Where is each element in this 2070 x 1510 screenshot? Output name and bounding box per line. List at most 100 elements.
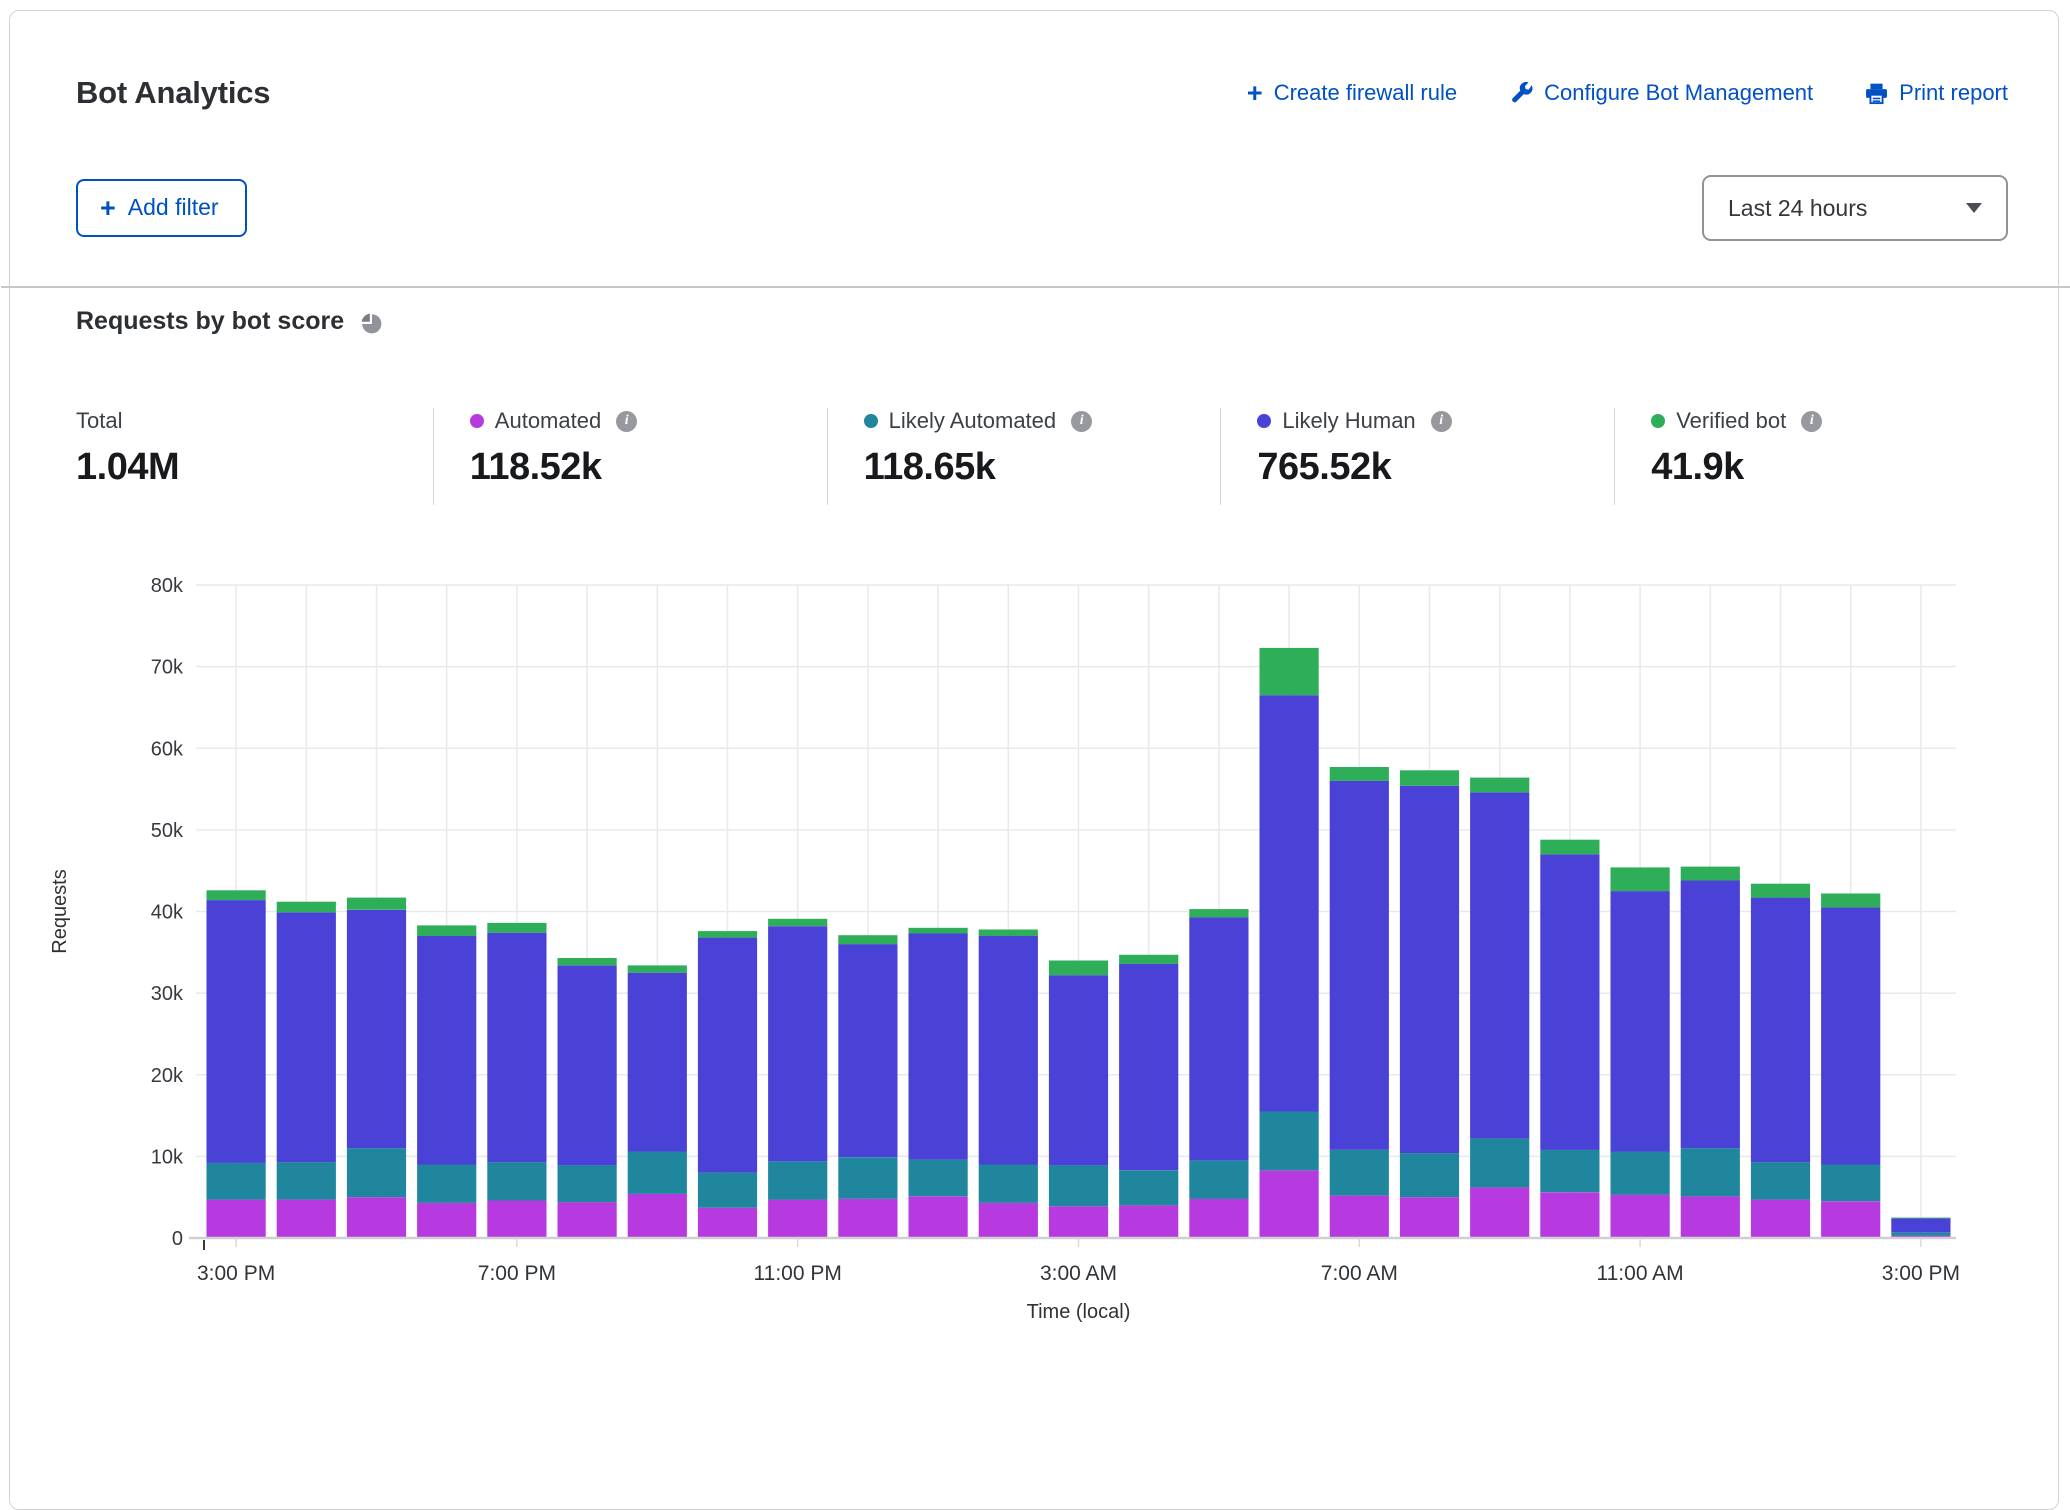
x-axis-title: Time (local): [1027, 1301, 1131, 1323]
bar-segment: [487, 933, 546, 1162]
bar-segment: [1260, 648, 1319, 695]
verified-bot-legend-dot: [1651, 414, 1665, 428]
bar-segment: [979, 1203, 1038, 1238]
y-tick-label: 50k: [151, 820, 184, 842]
stat-value: 118.65k: [864, 446, 1221, 489]
bar-segment: [628, 973, 687, 1152]
y-axis-title: Requests: [49, 869, 71, 954]
bar-segment: [1821, 894, 1880, 908]
bar-segment: [1049, 975, 1108, 1165]
bar-segment: [1540, 840, 1599, 855]
info-icon[interactable]: i: [1801, 411, 1822, 432]
chart-svg: 010k20k30k40k50k60k70k80k3:00 PM7:00 PM1…: [36, 571, 2026, 1329]
plus-icon: +: [1247, 83, 1263, 103]
bar-segment: [1470, 1187, 1529, 1238]
bar-segment: [628, 1152, 687, 1194]
stat-value: 41.9k: [1651, 446, 2008, 489]
bar-segment: [1611, 867, 1670, 891]
bar-segment: [1751, 884, 1810, 898]
bar-segment: [628, 1194, 687, 1238]
add-filter-label: Add filter: [128, 194, 219, 221]
y-tick-label: 30k: [151, 983, 184, 1005]
bar-segment: [838, 944, 897, 1157]
bar-segment: [979, 1165, 1038, 1203]
info-icon[interactable]: i: [1071, 411, 1092, 432]
bar-segment: [277, 1200, 336, 1238]
x-tick-label: 7:00 AM: [1321, 1262, 1398, 1285]
bar-segment: [1119, 964, 1178, 1170]
bar-segment: [1189, 917, 1248, 1160]
bar-segment: [979, 930, 1038, 937]
y-tick-label: 80k: [151, 575, 184, 597]
bar-segment: [628, 965, 687, 972]
time-range-select[interactable]: Last 24 hours: [1702, 175, 2008, 241]
bar-segment: [1189, 1199, 1248, 1238]
stat-label: Automated: [495, 408, 601, 434]
bar-segment: [1470, 778, 1529, 793]
time-range-value: Last 24 hours: [1728, 195, 1867, 222]
section-title: Requests by bot score: [76, 307, 344, 336]
bar-segment: [1681, 1148, 1740, 1196]
printer-icon: [1865, 82, 1888, 105]
bar-segment: [1119, 1170, 1178, 1205]
bar-segment: [768, 926, 827, 1161]
bar-segment: [1400, 1153, 1459, 1197]
bar-segment: [1400, 786, 1459, 1153]
bar-segment: [1330, 781, 1389, 1150]
bar-segment: [1681, 867, 1740, 881]
stat-label: Verified bot: [1676, 408, 1786, 434]
x-tick-label: 3:00 PM: [1882, 1262, 1960, 1285]
bot-analytics-card: Bot Analytics + Create firewall rule Con…: [9, 10, 2059, 1510]
stat-likely-human: Likely Human i 765.52k: [1220, 408, 1614, 505]
bar-segment: [207, 890, 266, 900]
bar-segment: [1119, 1205, 1178, 1238]
y-tick-label: 40k: [151, 902, 184, 924]
info-icon[interactable]: i: [1431, 411, 1452, 432]
plus-icon: +: [100, 198, 116, 218]
bar-segment: [1821, 1165, 1880, 1202]
bar-segment: [1751, 1200, 1810, 1238]
x-tick-label: 7:00 PM: [478, 1262, 556, 1285]
bar-segment: [698, 931, 757, 938]
y-tick-label: 70k: [151, 657, 184, 679]
page-title: Bot Analytics: [76, 75, 270, 111]
bar-segment: [347, 1197, 406, 1238]
bar-segment: [1330, 1196, 1389, 1238]
bar-segment: [1049, 1206, 1108, 1238]
bar-segment: [347, 898, 406, 910]
y-tick-label: 0: [172, 1228, 183, 1250]
add-filter-button[interactable]: + Add filter: [76, 179, 247, 237]
x-ticks: 3:00 PM7:00 PM11:00 PM3:00 AM7:00 AM11:0…: [197, 1238, 1960, 1285]
info-icon[interactable]: i: [616, 411, 637, 432]
bar-segment: [558, 1202, 617, 1238]
automated-legend-dot: [470, 414, 484, 428]
bar-segment: [277, 902, 336, 913]
bar-segment: [277, 912, 336, 1162]
configure-bot-management-link[interactable]: Configure Bot Management: [1509, 80, 1813, 106]
bar-segment: [347, 910, 406, 1148]
print-report-link[interactable]: Print report: [1865, 80, 2008, 106]
likely-human-legend-dot: [1257, 414, 1271, 428]
bar-segment: [698, 938, 757, 1173]
action-label: Print report: [1899, 80, 2008, 106]
bar-segment: [768, 919, 827, 926]
bar-segment: [277, 1162, 336, 1200]
bar-segment: [558, 1165, 617, 1202]
stat-value: 118.52k: [470, 446, 827, 489]
bar-segment: [1540, 1192, 1599, 1238]
x-tick-label: 11:00 AM: [1597, 1262, 1684, 1285]
bar-segment: [1470, 1138, 1529, 1187]
bar-segment: [207, 900, 266, 1163]
x-tick-label: 3:00 PM: [197, 1262, 275, 1285]
stats-row: Total 1.04M Automated i 118.52k Likely A…: [76, 408, 2008, 505]
y-tick-label: 60k: [151, 738, 184, 760]
bar-segment: [768, 1161, 827, 1199]
create-firewall-rule-link[interactable]: + Create firewall rule: [1247, 80, 1457, 106]
header-actions: + Create firewall rule Configure Bot Man…: [1247, 80, 2008, 106]
wrench-icon: [1509, 81, 1533, 105]
bar-segment: [1260, 695, 1319, 1111]
pie-chart-icon: [358, 310, 384, 336]
bar-segment: [1330, 767, 1389, 781]
bar-segment: [1049, 961, 1108, 976]
bar-segment: [1260, 1170, 1319, 1238]
